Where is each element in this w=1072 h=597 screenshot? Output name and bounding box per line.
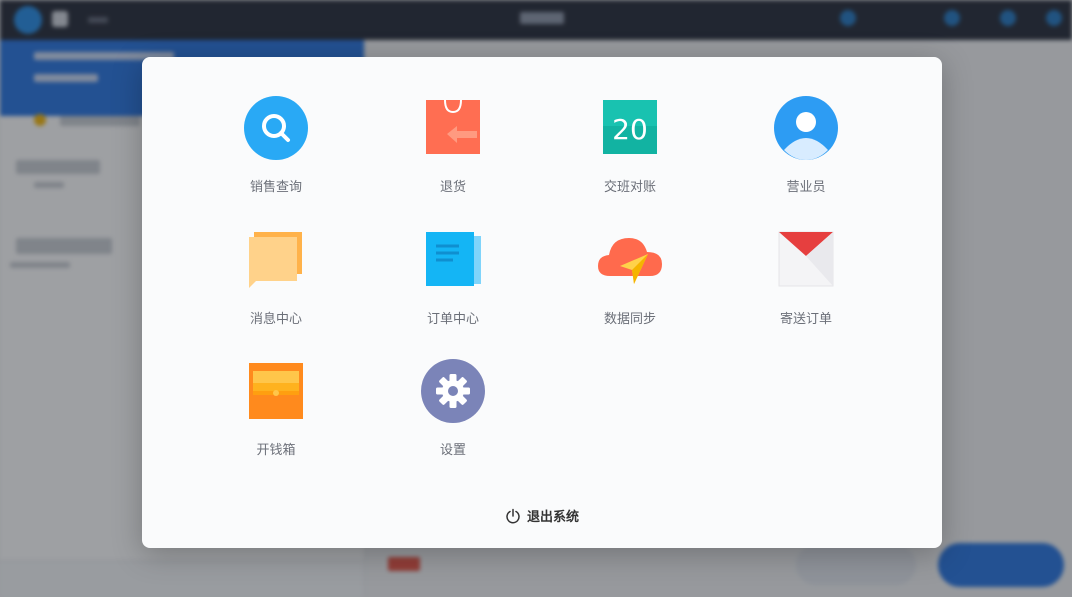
logout-label: 退出系统 bbox=[526, 510, 579, 525]
menu-item-label: 订单中心 bbox=[426, 312, 479, 327]
document-icon bbox=[426, 232, 481, 286]
menu-item-label: 营业员 bbox=[786, 180, 826, 195]
menu-item-shift-handover[interactable]: 20 交班对账 bbox=[550, 96, 710, 206]
menu-item-label: 退货 bbox=[439, 180, 466, 195]
cloud-send-icon bbox=[598, 238, 662, 284]
menu-item-data-sync[interactable]: 数据同步 bbox=[550, 228, 710, 338]
cash-drawer-icon bbox=[249, 363, 303, 419]
person-icon bbox=[774, 96, 838, 160]
menu-item-label: 消息中心 bbox=[249, 312, 302, 327]
menu-item-label: 销售查询 bbox=[249, 180, 302, 195]
menu-item-sales-query[interactable]: 销售查询 bbox=[196, 96, 356, 206]
shopping-bag-return-icon bbox=[426, 99, 480, 154]
calendar-icon: 20 bbox=[603, 100, 657, 154]
menu-item-open-cash-drawer[interactable]: 开钱箱 bbox=[196, 359, 356, 469]
menu-item-label: 开钱箱 bbox=[256, 443, 296, 458]
menu-item-delivery-order[interactable]: 寄送订单 bbox=[726, 228, 886, 338]
gear-icon bbox=[421, 359, 485, 423]
logout-button[interactable]: 退出系统 bbox=[142, 506, 942, 526]
envelope-icon bbox=[778, 231, 834, 287]
search-icon bbox=[244, 96, 308, 160]
menu-item-label: 设置 bbox=[439, 443, 466, 458]
message-icon bbox=[249, 232, 302, 288]
menu-item-return[interactable]: 退货 bbox=[373, 96, 533, 206]
menu-item-label: 寄送订单 bbox=[779, 312, 832, 327]
menu-item-label: 交班对账 bbox=[603, 180, 656, 195]
menu-item-label: 数据同步 bbox=[603, 312, 656, 327]
function-menu-modal: 销售查询 退货 20 交班对账 营业员 消息中心 订单中心 数据同步 寄送订单 … bbox=[142, 57, 942, 548]
calendar-day: 20 bbox=[612, 113, 648, 146]
power-icon bbox=[506, 508, 520, 523]
menu-item-message-center[interactable]: 消息中心 bbox=[196, 228, 356, 338]
menu-item-settings[interactable]: 设置 bbox=[373, 359, 533, 469]
menu-item-salesperson[interactable]: 营业员 bbox=[726, 96, 886, 206]
menu-item-order-center[interactable]: 订单中心 bbox=[373, 228, 533, 338]
